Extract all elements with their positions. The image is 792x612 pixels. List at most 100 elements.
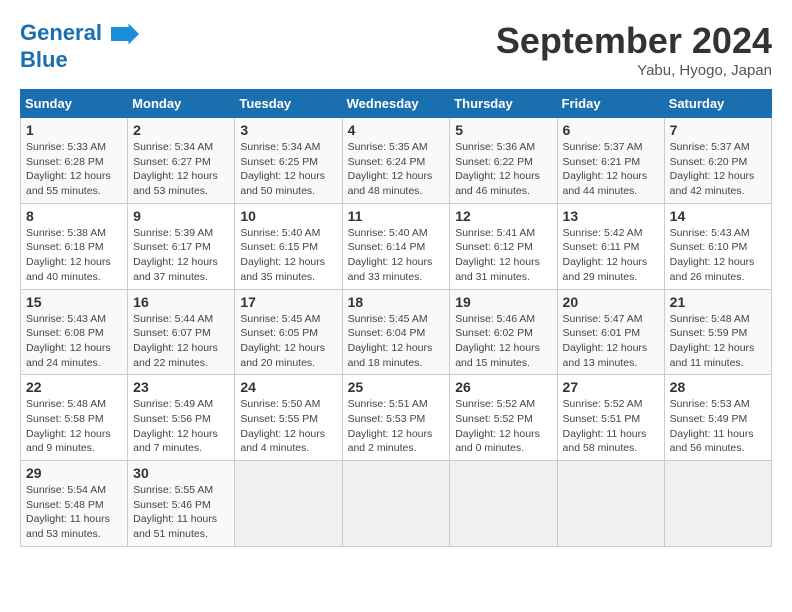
location: Yabu, Hyogo, Japan bbox=[496, 62, 772, 79]
calendar-cell: 26 Sunrise: 5:52 AM Sunset: 5:52 PM Dayli… bbox=[450, 375, 557, 461]
day-number: 2 bbox=[133, 122, 229, 138]
day-info: Sunrise: 5:52 AM Sunset: 5:52 PM Dayligh… bbox=[455, 397, 551, 456]
calendar-week-0: 1 Sunrise: 5:33 AM Sunset: 6:28 PM Daylig… bbox=[21, 118, 772, 204]
weekday-header-wednesday: Wednesday bbox=[342, 90, 450, 118]
day-info: Sunrise: 5:38 AM Sunset: 6:18 PM Dayligh… bbox=[26, 226, 122, 285]
day-info: Sunrise: 5:43 AM Sunset: 6:08 PM Dayligh… bbox=[26, 312, 122, 371]
day-info: Sunrise: 5:55 AM Sunset: 5:46 PM Dayligh… bbox=[133, 483, 229, 542]
calendar-cell: 7 Sunrise: 5:37 AM Sunset: 6:20 PM Daylig… bbox=[664, 118, 771, 204]
calendar-cell: 11Sunrise: 5:40 AM Sunset: 6:14 PM Dayli… bbox=[342, 203, 450, 289]
day-info: Sunrise: 5:34 AM Sunset: 6:27 PM Dayligh… bbox=[133, 140, 229, 199]
calendar-cell: 16 Sunrise: 5:44 AM Sunset: 6:07 PM Dayli… bbox=[128, 289, 235, 375]
calendar-cell: 6 Sunrise: 5:37 AM Sunset: 6:21 PM Daylig… bbox=[557, 118, 664, 204]
calendar-cell: 1 Sunrise: 5:33 AM Sunset: 6:28 PM Daylig… bbox=[21, 118, 128, 204]
day-info: Sunrise: 5:37 AM Sunset: 6:21 PM Dayligh… bbox=[563, 140, 659, 199]
day-info: Sunrise: 5:44 AM Sunset: 6:07 PM Dayligh… bbox=[133, 312, 229, 371]
calendar-cell: 8 Sunrise: 5:38 AM Sunset: 6:18 PM Daylig… bbox=[21, 203, 128, 289]
calendar-body: 1 Sunrise: 5:33 AM Sunset: 6:28 PM Daylig… bbox=[21, 118, 772, 547]
calendar-cell: 13 Sunrise: 5:42 AM Sunset: 6:11 PM Dayli… bbox=[557, 203, 664, 289]
calendar-table: SundayMondayTuesdayWednesdayThursdayFrid… bbox=[20, 89, 772, 547]
weekday-header-monday: Monday bbox=[128, 90, 235, 118]
day-number: 26 bbox=[455, 379, 551, 395]
day-info: Sunrise: 5:39 AM Sunset: 6:17 PM Dayligh… bbox=[133, 226, 229, 285]
page-header: General Blue September 2024 Yabu, Hyogo,… bbox=[20, 20, 772, 79]
day-info: Sunrise: 5:45 AM Sunset: 6:04 PM Dayligh… bbox=[348, 312, 445, 371]
day-number: 21 bbox=[670, 294, 766, 310]
calendar-cell: 3 Sunrise: 5:34 AM Sunset: 6:25 PM Daylig… bbox=[235, 118, 342, 204]
calendar-week-2: 15 Sunrise: 5:43 AM Sunset: 6:08 PM Dayli… bbox=[21, 289, 772, 375]
day-number: 17 bbox=[240, 294, 336, 310]
day-number: 19 bbox=[455, 294, 551, 310]
calendar-cell: 28 Sunrise: 5:53 AM Sunset: 5:49 PM Dayli… bbox=[664, 375, 771, 461]
day-info: Sunrise: 5:36 AM Sunset: 6:22 PM Dayligh… bbox=[455, 140, 551, 199]
day-number: 15 bbox=[26, 294, 122, 310]
calendar-cell: 12Sunrise: 5:41 AM Sunset: 6:12 PM Dayli… bbox=[450, 203, 557, 289]
title-block: September 2024 Yabu, Hyogo, Japan bbox=[496, 20, 772, 79]
calendar-cell bbox=[664, 461, 771, 547]
day-number: 10 bbox=[240, 208, 336, 224]
day-info: Sunrise: 5:51 AM Sunset: 5:53 PM Dayligh… bbox=[348, 397, 445, 456]
day-number: 4 bbox=[348, 122, 445, 138]
day-info: Sunrise: 5:53 AM Sunset: 5:49 PM Dayligh… bbox=[670, 397, 766, 456]
calendar-cell bbox=[235, 461, 342, 547]
calendar-cell: 22Sunrise: 5:48 AM Sunset: 5:58 PM Dayli… bbox=[21, 375, 128, 461]
day-number: 16 bbox=[133, 294, 229, 310]
day-number: 22 bbox=[26, 379, 122, 395]
calendar-cell: 14Sunrise: 5:43 AM Sunset: 6:10 PM Dayli… bbox=[664, 203, 771, 289]
calendar-week-4: 29 Sunrise: 5:54 AM Sunset: 5:48 PM Dayli… bbox=[21, 461, 772, 547]
day-number: 6 bbox=[563, 122, 659, 138]
day-info: Sunrise: 5:42 AM Sunset: 6:11 PM Dayligh… bbox=[563, 226, 659, 285]
calendar-cell: 27 Sunrise: 5:52 AM Sunset: 5:51 PM Dayli… bbox=[557, 375, 664, 461]
calendar-week-3: 22Sunrise: 5:48 AM Sunset: 5:58 PM Dayli… bbox=[21, 375, 772, 461]
day-info: Sunrise: 5:40 AM Sunset: 6:15 PM Dayligh… bbox=[240, 226, 336, 285]
day-number: 8 bbox=[26, 208, 122, 224]
day-number: 27 bbox=[563, 379, 659, 395]
day-number: 20 bbox=[563, 294, 659, 310]
day-number: 1 bbox=[26, 122, 122, 138]
day-number: 9 bbox=[133, 208, 229, 224]
calendar-week-1: 8 Sunrise: 5:38 AM Sunset: 6:18 PM Daylig… bbox=[21, 203, 772, 289]
day-info: Sunrise: 5:54 AM Sunset: 5:48 PM Dayligh… bbox=[26, 483, 122, 542]
calendar-cell: 24 Sunrise: 5:50 AM Sunset: 5:55 PM Dayli… bbox=[235, 375, 342, 461]
calendar-header: SundayMondayTuesdayWednesdayThursdayFrid… bbox=[21, 90, 772, 118]
calendar-cell bbox=[557, 461, 664, 547]
day-number: 30 bbox=[133, 465, 229, 481]
calendar-cell: 25 Sunrise: 5:51 AM Sunset: 5:53 PM Dayli… bbox=[342, 375, 450, 461]
day-number: 28 bbox=[670, 379, 766, 395]
day-info: Sunrise: 5:43 AM Sunset: 6:10 PM Dayligh… bbox=[670, 226, 766, 285]
day-info: Sunrise: 5:37 AM Sunset: 6:20 PM Dayligh… bbox=[670, 140, 766, 199]
day-info: Sunrise: 5:33 AM Sunset: 6:28 PM Dayligh… bbox=[26, 140, 122, 199]
calendar-cell bbox=[342, 461, 450, 547]
weekday-header-thursday: Thursday bbox=[450, 90, 557, 118]
day-info: Sunrise: 5:40 AM Sunset: 6:14 PM Dayligh… bbox=[348, 226, 445, 285]
calendar-cell: 29 Sunrise: 5:54 AM Sunset: 5:48 PM Dayli… bbox=[21, 461, 128, 547]
weekday-header-row: SundayMondayTuesdayWednesdayThursdayFrid… bbox=[21, 90, 772, 118]
weekday-header-friday: Friday bbox=[557, 90, 664, 118]
calendar-cell: 19 Sunrise: 5:46 AM Sunset: 6:02 PM Dayli… bbox=[450, 289, 557, 375]
month-title: September 2024 bbox=[496, 20, 772, 62]
calendar-cell: 21 Sunrise: 5:48 AM Sunset: 5:59 PM Dayli… bbox=[664, 289, 771, 375]
logo-icon bbox=[111, 20, 139, 48]
calendar-cell: 23Sunrise: 5:49 AM Sunset: 5:56 PM Dayli… bbox=[128, 375, 235, 461]
day-number: 13 bbox=[563, 208, 659, 224]
day-info: Sunrise: 5:35 AM Sunset: 6:24 PM Dayligh… bbox=[348, 140, 445, 199]
calendar-cell: 20Sunrise: 5:47 AM Sunset: 6:01 PM Dayli… bbox=[557, 289, 664, 375]
day-number: 24 bbox=[240, 379, 336, 395]
day-info: Sunrise: 5:46 AM Sunset: 6:02 PM Dayligh… bbox=[455, 312, 551, 371]
calendar-cell: 9 Sunrise: 5:39 AM Sunset: 6:17 PM Daylig… bbox=[128, 203, 235, 289]
day-info: Sunrise: 5:52 AM Sunset: 5:51 PM Dayligh… bbox=[563, 397, 659, 456]
day-info: Sunrise: 5:34 AM Sunset: 6:25 PM Dayligh… bbox=[240, 140, 336, 199]
day-info: Sunrise: 5:50 AM Sunset: 5:55 PM Dayligh… bbox=[240, 397, 336, 456]
calendar-cell bbox=[450, 461, 557, 547]
day-number: 3 bbox=[240, 122, 336, 138]
day-number: 23 bbox=[133, 379, 229, 395]
day-info: Sunrise: 5:48 AM Sunset: 5:59 PM Dayligh… bbox=[670, 312, 766, 371]
calendar-cell: 5 Sunrise: 5:36 AM Sunset: 6:22 PM Daylig… bbox=[450, 118, 557, 204]
day-info: Sunrise: 5:41 AM Sunset: 6:12 PM Dayligh… bbox=[455, 226, 551, 285]
day-number: 25 bbox=[348, 379, 445, 395]
day-number: 5 bbox=[455, 122, 551, 138]
day-number: 29 bbox=[26, 465, 122, 481]
calendar-cell: 2 Sunrise: 5:34 AM Sunset: 6:27 PM Daylig… bbox=[128, 118, 235, 204]
day-number: 7 bbox=[670, 122, 766, 138]
weekday-header-saturday: Saturday bbox=[664, 90, 771, 118]
